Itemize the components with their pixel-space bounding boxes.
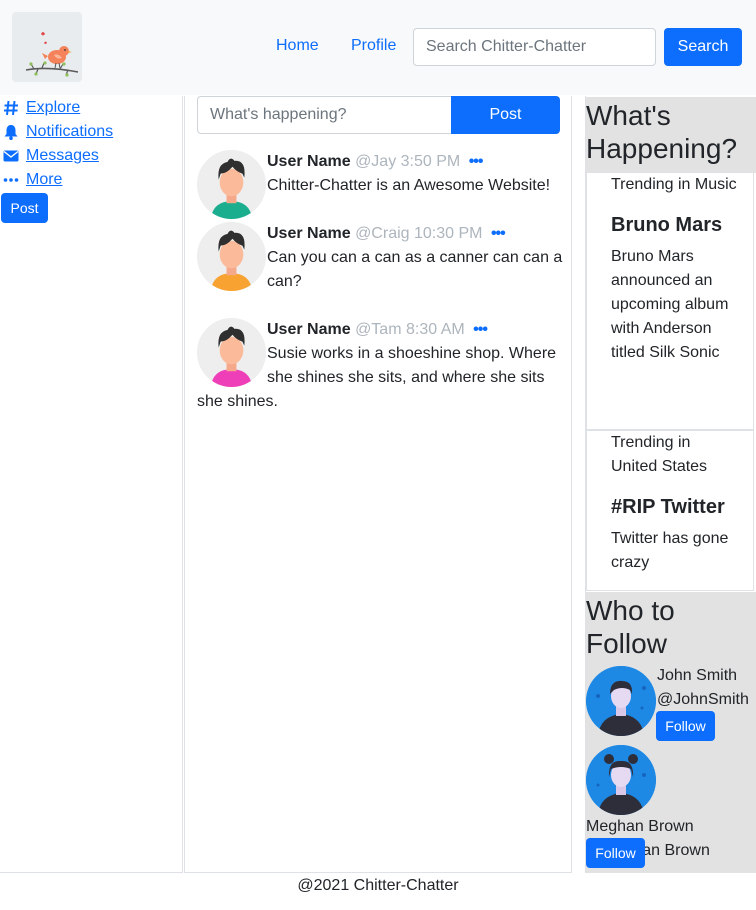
tweet: User Name @Craig 10:30 PM ••• Can you ca… bbox=[197, 222, 569, 294]
tweet-handle[interactable]: @Jay bbox=[355, 153, 396, 170]
sidebar-item-label: Explore bbox=[26, 99, 81, 116]
trend-body: Bruno Mars announced an upcoming album w… bbox=[611, 248, 729, 361]
tweet-handle[interactable]: @Craig bbox=[355, 225, 409, 242]
follow-name[interactable]: Meghan Brown bbox=[586, 818, 694, 835]
sidebar-item-messages[interactable]: Messages bbox=[3, 145, 99, 167]
tweet-username[interactable]: User Name bbox=[267, 225, 351, 242]
who-to-follow-heading: Who to Follow bbox=[586, 592, 756, 660]
user-avatar[interactable] bbox=[197, 318, 266, 387]
trend-card[interactable]: Trending in Music Bruno Mars Bruno Mars … bbox=[586, 172, 754, 430]
hashtag-icon bbox=[3, 100, 20, 116]
tweet: User Name @Jay 3:50 PM ••• Chitter-Chatt… bbox=[197, 150, 569, 219]
trend-category: Trending in United States bbox=[611, 434, 708, 475]
compose-input[interactable] bbox=[197, 96, 453, 134]
follow-name[interactable]: John Smith bbox=[657, 664, 756, 688]
tweet-handle[interactable]: @Tam bbox=[355, 321, 401, 338]
who-to-follow: Who to Follow John Smith @JohnSmith Foll… bbox=[586, 592, 756, 873]
user-avatar[interactable] bbox=[197, 222, 266, 291]
follow-handle: @JohnSmith bbox=[657, 691, 749, 708]
sidebar-item-label: Messages bbox=[26, 147, 99, 164]
sidebar-item-notifications[interactable]: Notifications bbox=[3, 121, 113, 143]
trend-category: Trending in Music bbox=[611, 176, 737, 193]
trend-card[interactable]: Trending in United States #RIP Twitter T… bbox=[586, 430, 754, 591]
tweet-menu-icon[interactable]: ••• bbox=[473, 321, 488, 338]
ellipsis-icon bbox=[3, 172, 20, 188]
trend-body: Twitter has gone crazy bbox=[611, 530, 729, 571]
user-avatar[interactable] bbox=[197, 150, 266, 219]
tweet-menu-icon[interactable]: ••• bbox=[469, 153, 484, 170]
tweet-text: Chitter-Chatter is an Awesome Website! bbox=[267, 177, 551, 194]
sidebar-item-more[interactable]: More bbox=[3, 169, 62, 191]
tweet-time: 8:30 AM bbox=[405, 321, 465, 338]
trend-title[interactable]: #RIP Twitter bbox=[611, 495, 741, 519]
feed: Post User Name @Jay 3:50 PM ••• Chitter-… bbox=[184, 96, 572, 873]
bell-icon bbox=[3, 124, 20, 140]
search-input[interactable] bbox=[413, 28, 656, 66]
nav-home-link[interactable]: Home bbox=[276, 37, 319, 55]
trend-title[interactable]: Bruno Mars bbox=[611, 213, 741, 237]
tweet: User Name @Tam 8:30 AM ••• Susie works i… bbox=[197, 318, 569, 414]
footer: @2021 Chitter-Chatter bbox=[297, 877, 459, 894]
nav-profile-link[interactable]: Profile bbox=[351, 37, 396, 55]
tweet-text: Can you can a can as a canner can can a … bbox=[267, 249, 563, 290]
sidebar-post-button[interactable]: Post bbox=[1, 193, 48, 223]
follow-avatar[interactable] bbox=[586, 666, 656, 736]
tweet-menu-icon[interactable]: ••• bbox=[491, 225, 506, 242]
search-button[interactable]: Search bbox=[664, 28, 742, 66]
left-sidebar: Explore Notifications Messages More Post bbox=[0, 96, 183, 873]
tweet-time: 10:30 PM bbox=[414, 225, 483, 242]
tweet-username[interactable]: User Name bbox=[267, 153, 351, 170]
navbar: Home Profile Search bbox=[0, 0, 756, 95]
tweet-username[interactable]: User Name bbox=[267, 321, 351, 338]
compose-post-button[interactable]: Post bbox=[451, 96, 560, 134]
bird-logo-icon[interactable] bbox=[12, 12, 82, 82]
trending-heading: What's Happening? bbox=[586, 97, 756, 173]
follow-button[interactable]: Follow bbox=[656, 711, 715, 741]
sidebar-item-explore[interactable]: Explore bbox=[3, 97, 80, 119]
sidebar-item-label: Notifications bbox=[26, 123, 114, 140]
envelope-icon bbox=[3, 148, 20, 164]
follow-button[interactable]: Follow bbox=[586, 838, 645, 868]
tweet-time: 3:50 PM bbox=[400, 153, 461, 170]
sidebar-item-label: More bbox=[26, 171, 63, 188]
right-sidebar: What's Happening? Trending in Music Brun… bbox=[585, 96, 756, 873]
